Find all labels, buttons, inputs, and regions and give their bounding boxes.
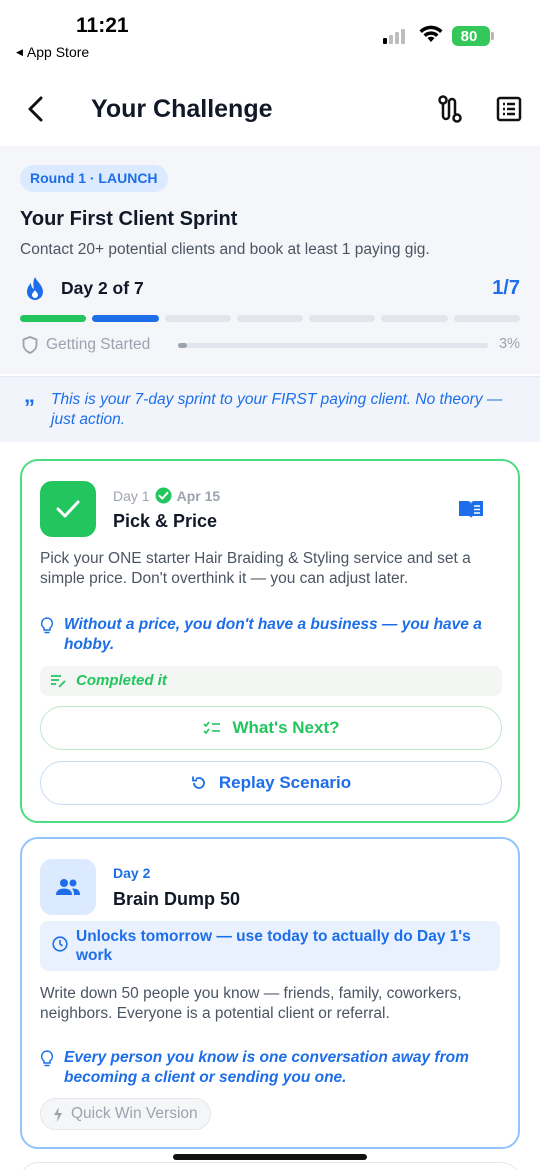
quote-text: This is your 7-day sprint to your FIRST … bbox=[51, 391, 503, 428]
back-to-app-store-link[interactable]: ◀ App Store bbox=[16, 44, 89, 60]
day-segment-5 bbox=[309, 315, 376, 322]
day-date: Apr 15 bbox=[176, 487, 221, 504]
back-app-label: App Store bbox=[26, 44, 90, 60]
tip-text: Every person you know is one conversatio… bbox=[64, 1049, 469, 1086]
stage-percent: 3% bbox=[499, 336, 520, 352]
people-icon bbox=[40, 859, 96, 915]
page-title: Your Challenge bbox=[91, 95, 273, 123]
stage-progress-fill bbox=[178, 343, 188, 348]
day-segment-4 bbox=[236, 315, 304, 322]
day-progress-row: Day 2 of 7 1/7 bbox=[22, 276, 522, 302]
app-header: Your Challenge bbox=[0, 80, 540, 142]
unlock-notice: Unlocks tomorrow — use today to actually… bbox=[40, 921, 500, 971]
challenge-description: Contact 20+ potential clients and book a… bbox=[20, 241, 430, 258]
checkmark-icon bbox=[40, 481, 96, 537]
day-segment-2 bbox=[92, 315, 159, 322]
whats-next-button[interactable]: What's Next? bbox=[40, 706, 502, 750]
day-segment-7 bbox=[453, 315, 520, 322]
day-segment-3 bbox=[164, 315, 231, 322]
edit-list-icon bbox=[51, 675, 66, 688]
day-meta: Day 2 bbox=[113, 865, 150, 881]
round-badge: Round 1 · LAUNCH bbox=[20, 165, 168, 192]
day-fraction: 1/7 bbox=[492, 277, 520, 299]
day-card-1[interactable]: Day 1 Apr 15 Pick & Price Pick your ONE … bbox=[20, 459, 520, 823]
challenge-summary: Round 1 · LAUNCH Your First Client Sprin… bbox=[0, 146, 540, 374]
status-time: 11:21 bbox=[76, 14, 129, 37]
day-number: Day 1 bbox=[113, 487, 150, 504]
tip-text: Without a price, you don't have a busine… bbox=[64, 616, 482, 653]
day-title: Brain Dump 50 bbox=[113, 889, 241, 909]
day-card-2[interactable]: Day 2 Brain Dump 50 Unlocks tomorrow — u… bbox=[20, 837, 520, 1149]
stage-label: Getting Started bbox=[46, 336, 151, 353]
day-number: Day 2 bbox=[113, 865, 151, 881]
quick-win-button[interactable]: Quick Win Version bbox=[40, 1098, 211, 1130]
day-card-3-edge bbox=[20, 1162, 520, 1170]
home-indicator bbox=[173, 1154, 367, 1160]
flame-icon bbox=[27, 277, 43, 300]
day-label: Day 2 of 7 bbox=[61, 278, 144, 298]
day-meta: Day 1 Apr 15 bbox=[113, 487, 220, 504]
replay-icon bbox=[191, 776, 205, 789]
clock-icon bbox=[52, 936, 68, 952]
whats-next-label: What's Next? bbox=[232, 718, 340, 737]
stage-progress-bar bbox=[178, 343, 488, 348]
chevron-left-icon[interactable] bbox=[22, 94, 52, 124]
replay-scenario-button[interactable]: Replay Scenario bbox=[40, 761, 502, 805]
wifi-icon bbox=[419, 25, 443, 42]
day-segments bbox=[20, 315, 520, 322]
day-segment-1 bbox=[20, 315, 87, 322]
day-title: Pick & Price bbox=[113, 511, 218, 531]
cellular-signal-icon bbox=[383, 28, 405, 44]
battery-level: 80 bbox=[460, 27, 478, 45]
lightbulb-icon bbox=[40, 1050, 54, 1067]
status-bar: 11:21 ◀ App Store 80 bbox=[0, 0, 540, 70]
battery-indicator: 80 bbox=[452, 26, 494, 46]
quote-panel: ” This is your 7-day sprint to your FIRS… bbox=[0, 376, 540, 442]
day-segment-6 bbox=[381, 315, 448, 322]
book-icon[interactable] bbox=[458, 499, 484, 519]
route-icon[interactable] bbox=[436, 94, 464, 124]
challenge-title: Your First Client Sprint bbox=[20, 208, 238, 230]
stage-row: Getting Started 3% bbox=[22, 334, 520, 356]
lightning-icon bbox=[54, 1107, 62, 1122]
lightbulb-icon bbox=[40, 617, 54, 634]
completed-status: Completed it bbox=[40, 666, 502, 696]
quote-icon: ” bbox=[24, 395, 35, 420]
check-circle-icon bbox=[155, 487, 172, 504]
completed-text: Completed it bbox=[76, 672, 167, 689]
quick-win-label: Quick Win Version bbox=[71, 1105, 198, 1122]
back-triangle-icon: ◀ bbox=[16, 46, 23, 57]
day-description: Write down 50 people you know — friends,… bbox=[40, 985, 462, 1022]
replay-label: Replay Scenario bbox=[218, 773, 352, 792]
unlock-text: Unlocks tomorrow — use today to actually… bbox=[76, 928, 471, 964]
list-icon[interactable] bbox=[496, 96, 522, 122]
day-description: Pick your ONE starter Hair Braiding & St… bbox=[40, 550, 471, 587]
checklist-icon bbox=[202, 721, 220, 735]
shield-icon bbox=[22, 336, 38, 354]
